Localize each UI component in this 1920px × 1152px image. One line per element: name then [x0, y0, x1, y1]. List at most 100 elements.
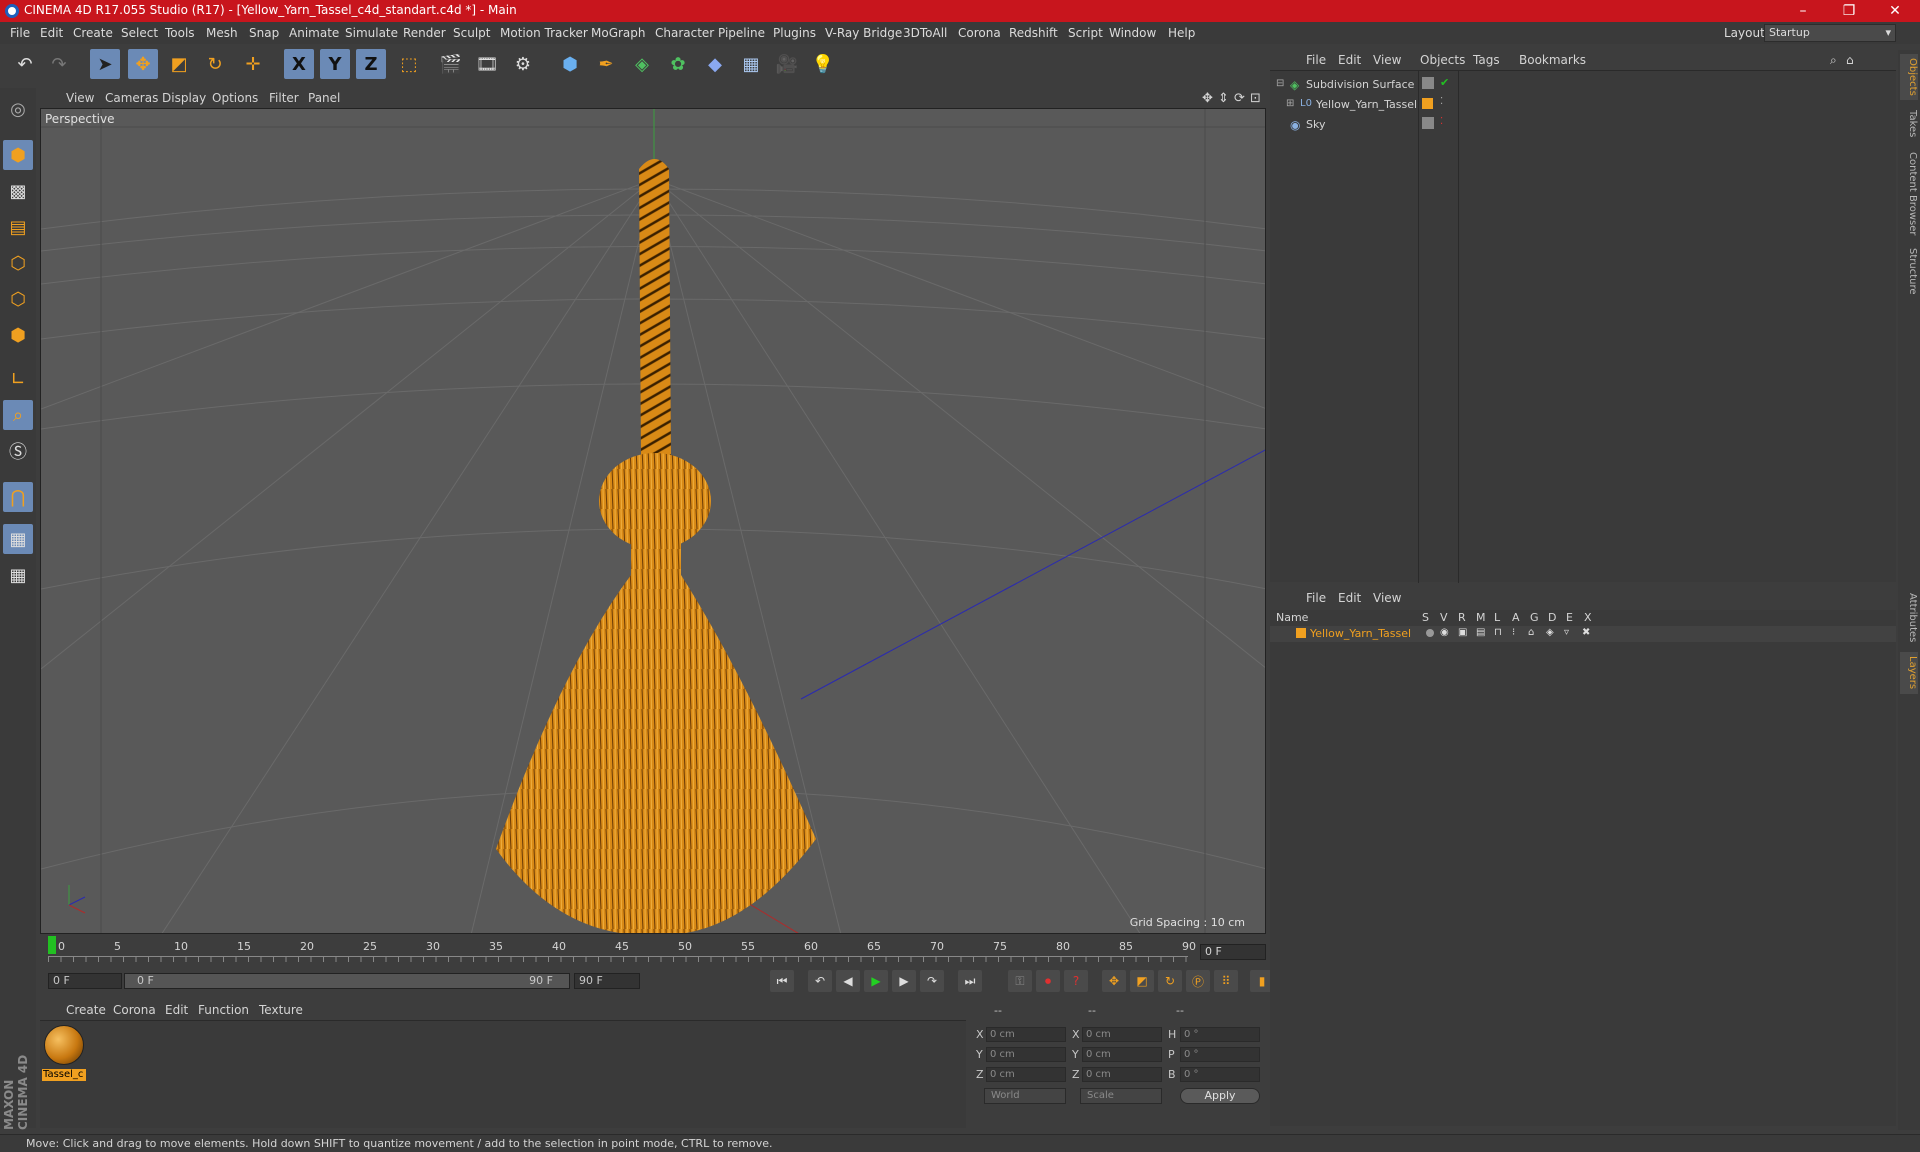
minimize-button[interactable]: – — [1780, 0, 1826, 22]
size-mode-select[interactable]: Scale — [1080, 1088, 1162, 1104]
viewport-menu-filter[interactable]: Filter — [269, 91, 299, 105]
object-menu-bookmarks[interactable]: Bookmarks — [1519, 53, 1586, 67]
material-menu-function[interactable]: Function — [198, 1003, 249, 1017]
menu-motion-tracker[interactable]: Motion Tracker — [500, 26, 588, 40]
viewport-move-icon[interactable]: ✥ — [1202, 91, 1213, 106]
menu-animate[interactable]: Animate — [289, 26, 339, 40]
render-view-button[interactable]: 🎬 — [436, 49, 466, 79]
menu-mograph[interactable]: MoGraph — [591, 26, 646, 40]
expression-icon[interactable]: ▿ — [1564, 627, 1569, 638]
keyframe-help-button[interactable]: ? — [1064, 970, 1088, 992]
timeline-ruler[interactable]: 0 5 10 15 20 25 30 35 40 45 50 55 60 65 … — [40, 936, 1266, 964]
menu-create[interactable]: Create — [73, 26, 113, 40]
menu-edit[interactable]: Edit — [40, 26, 63, 40]
layer-name[interactable]: Yellow_Yarn_Tassel — [1310, 627, 1411, 640]
material-menu-edit[interactable]: Edit — [165, 1003, 188, 1017]
menu-window[interactable]: Window — [1109, 26, 1156, 40]
menu-corona[interactable]: Corona — [958, 26, 1001, 40]
home-icon[interactable]: ⌂ — [1846, 53, 1854, 67]
xref-icon[interactable]: ✖ — [1582, 627, 1590, 638]
menu-sculpt[interactable]: Sculpt — [453, 26, 490, 40]
visibility-dots-icon[interactable]: ⁚ — [1440, 116, 1443, 127]
layer-color-swatch[interactable] — [1296, 628, 1306, 638]
select-tool-button[interactable]: ➤ — [90, 49, 120, 79]
locked-workplane-button[interactable]: ▦ — [3, 560, 33, 590]
rot-p-field[interactable]: 0 ° — [1180, 1047, 1260, 1062]
apply-button[interactable]: Apply — [1180, 1088, 1260, 1104]
object-row-yellow-yarn-tassel[interactable]: ⊞ L0 Yellow_Yarn_Tassel ⁚ — [1270, 95, 1896, 114]
object-row-sky[interactable]: ◉ Sky ⁚ — [1270, 115, 1896, 134]
menu-help[interactable]: Help — [1168, 26, 1195, 40]
object-menu-file[interactable]: File — [1306, 53, 1326, 67]
rot-h-field[interactable]: 0 ° — [1180, 1027, 1260, 1042]
points-mode-button[interactable]: ⬡ — [3, 248, 33, 278]
lock-icon[interactable]: ⊓ — [1494, 627, 1502, 638]
solo-button[interactable]: Ⓢ — [3, 436, 33, 466]
menu-vray-bridge[interactable]: V-Ray Bridge — [825, 26, 902, 40]
layout-select[interactable]: Startup ▾ — [1764, 24, 1896, 42]
key-pla-button[interactable]: ⠿ — [1214, 970, 1238, 992]
expand-icon[interactable]: ⊞ — [1286, 98, 1294, 109]
menu-mesh[interactable]: Mesh — [206, 26, 238, 40]
key-scale-button[interactable]: ◩ — [1130, 970, 1154, 992]
render-settings-button[interactable]: ⚙ — [508, 49, 538, 79]
key-parameter-button[interactable]: Ⓟ — [1186, 970, 1210, 992]
scale-tool-button[interactable]: ◩ — [164, 49, 194, 79]
layer-row[interactable]: Yellow_Yarn_Tassel ◉ ▣ ▤ ⊓ ⁝ ⌂ ◈ ▿ ✖ — [1270, 626, 1896, 642]
menu-redshift[interactable]: Redshift — [1009, 26, 1058, 40]
search-icon[interactable]: ⌕ — [1830, 53, 1837, 68]
generator-icon[interactable]: ⌂ — [1528, 627, 1534, 638]
object-menu-view[interactable]: View — [1373, 53, 1401, 67]
tab-objects[interactable]: Objects — [1900, 54, 1918, 100]
menu-simulate[interactable]: Simulate — [345, 26, 398, 40]
subdivision-button[interactable]: ◈ — [627, 49, 657, 79]
prev-frame-button[interactable]: ◀ — [836, 970, 860, 992]
render-icon[interactable]: ▣ — [1458, 627, 1467, 638]
snap-button[interactable]: ⋂ — [3, 482, 33, 512]
frame-range-slider[interactable]: 0 F 90 F — [124, 973, 570, 989]
playhead-marker[interactable] — [48, 936, 56, 954]
coordinate-system-button[interactable]: ⬚ — [394, 49, 424, 79]
goto-start-button[interactable]: ⏮ — [770, 970, 794, 992]
expand-icon[interactable]: ⊟ — [1276, 78, 1284, 89]
goto-end-button[interactable]: ⏭ — [958, 970, 982, 992]
deformer-icon[interactable]: ◈ — [1546, 627, 1554, 638]
polygons-mode-button[interactable]: ⬢ — [3, 320, 33, 350]
visibility-toggle-icon[interactable] — [1422, 117, 1434, 129]
tab-content-browser[interactable]: Content Browser — [1900, 148, 1918, 240]
spline-pen-button[interactable]: ✒ — [591, 49, 621, 79]
object-menu-objects[interactable]: Objects — [1420, 53, 1465, 67]
size-y-field[interactable]: 0 cm — [1082, 1047, 1162, 1062]
make-editable-button[interactable]: ◎ — [3, 94, 33, 124]
visibility-dots-icon[interactable]: ⁚ — [1440, 96, 1443, 107]
current-frame-field[interactable]: 0 F — [1200, 944, 1266, 960]
next-frame-button[interactable]: ▶ — [892, 970, 916, 992]
model-mode-button[interactable]: ⬢ — [3, 140, 33, 170]
layer-color-tag-icon[interactable] — [1422, 98, 1433, 109]
viewport-menu-panel[interactable]: Panel — [308, 91, 340, 105]
axis-z-button[interactable]: Z — [356, 49, 386, 79]
menu-file[interactable]: File — [10, 26, 30, 40]
layer-menu-view[interactable]: View — [1373, 591, 1401, 605]
undo-button[interactable]: ↶ — [10, 49, 40, 79]
visibility-toggle-icon[interactable] — [1422, 77, 1434, 89]
menu-character[interactable]: Character — [655, 26, 714, 40]
axis-x-button[interactable]: X — [284, 49, 314, 79]
viewport-menu-display[interactable]: Display — [162, 91, 206, 105]
viewport-maximize-icon[interactable]: ⊡ — [1250, 91, 1261, 106]
layer-menu-file[interactable]: File — [1306, 591, 1326, 605]
material-menu-create[interactable]: Create — [66, 1003, 106, 1017]
viewport-menu-view[interactable]: View — [66, 91, 94, 105]
record-keys-button[interactable]: ⚿ — [1008, 970, 1032, 992]
object-row-subdivision-surface[interactable]: ⊟ ◈ Subdivision Surface ✔ — [1270, 75, 1896, 94]
prev-key-button[interactable]: ↶ — [808, 970, 832, 992]
key-rotation-button[interactable]: ↻ — [1158, 970, 1182, 992]
material-manager-area[interactable]: Tassel_c — [40, 1020, 966, 1128]
next-key-button[interactable]: ↷ — [920, 970, 944, 992]
material-preview-ball[interactable] — [44, 1025, 84, 1065]
cube-object-button[interactable]: ⬢ — [555, 49, 585, 79]
pos-z-field[interactable]: 0 cm — [986, 1067, 1066, 1082]
solo-dot-icon[interactable] — [1426, 629, 1434, 637]
pos-x-field[interactable]: 0 cm — [986, 1027, 1066, 1042]
autokey-button[interactable]: ⏺ — [1036, 970, 1060, 992]
